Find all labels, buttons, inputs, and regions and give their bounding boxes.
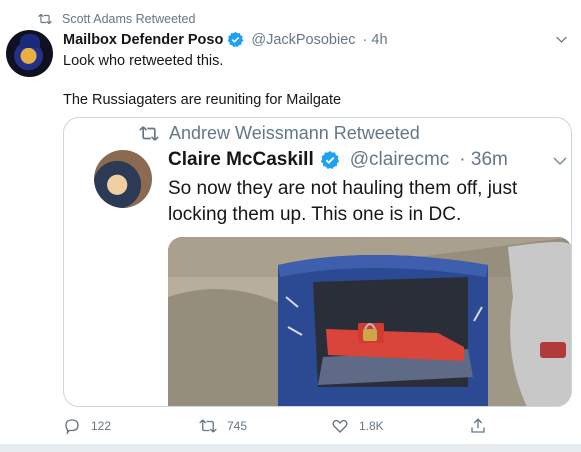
chevron-down-icon[interactable]	[555, 33, 568, 46]
quoted-time: · 36m	[459, 149, 508, 170]
author-handle[interactable]: @JackPosobiec	[251, 32, 355, 48]
verified-badge-icon	[320, 150, 339, 169]
author-name[interactable]: Mailbox Defender Poso	[63, 32, 223, 48]
tweet-text-line1: Look who retweeted this.	[63, 53, 224, 69]
share-icon	[471, 418, 485, 433]
verified-badge-icon	[228, 31, 244, 48]
retweet-icon	[199, 419, 217, 433]
mailbox-illustration	[168, 237, 571, 406]
reply-icon	[65, 419, 79, 435]
tweet-header: Mailbox Defender Poso @JackPosobiec · 4h	[63, 31, 388, 48]
like-count: 1.8K	[359, 419, 384, 433]
tweet-time[interactable]: · 4h	[363, 32, 388, 48]
quoted-tweet-text: So now they are not hauling them off, ju…	[168, 178, 518, 225]
retweet-button[interactable]: 745	[199, 414, 247, 438]
retweet-banner-label[interactable]: Scott Adams Retweeted	[62, 12, 195, 26]
chevron-down-icon	[553, 157, 567, 166]
like-button[interactable]: 1.8K	[331, 414, 384, 438]
tweet-actions: 122 745 1.8K	[63, 414, 503, 438]
reply-count: 122	[91, 419, 112, 433]
reply-button[interactable]: 122	[63, 414, 111, 438]
quoted-author-name: Claire McCaskill	[168, 149, 314, 170]
quoted-author-handle: @clairecmc	[349, 149, 450, 170]
tweet-text-line2: The Russiagaters are reuniting for Mailg…	[63, 92, 342, 108]
share-button[interactable]	[469, 414, 487, 438]
mailbox-photo	[168, 237, 571, 406]
retweet-icon	[38, 13, 52, 25]
retweet-banner: Scott Adams Retweeted	[38, 12, 195, 26]
quoted-avatar	[94, 150, 152, 208]
retweet-icon	[139, 126, 159, 141]
quoted-retweet-banner: Andrew Weissmann Retweeted	[139, 123, 420, 144]
heart-icon	[332, 419, 348, 433]
quoted-tweet-card[interactable]: Andrew Weissmann Retweeted Claire McCask…	[63, 117, 572, 407]
feed-divider	[0, 444, 581, 452]
profile-avatar[interactable]	[6, 30, 53, 77]
quoted-retweet-label: Andrew Weissmann Retweeted	[169, 123, 420, 143]
quoted-header: Claire McCaskill @clairecmc · 36m	[168, 149, 508, 171]
retweet-count: 745	[227, 419, 248, 433]
